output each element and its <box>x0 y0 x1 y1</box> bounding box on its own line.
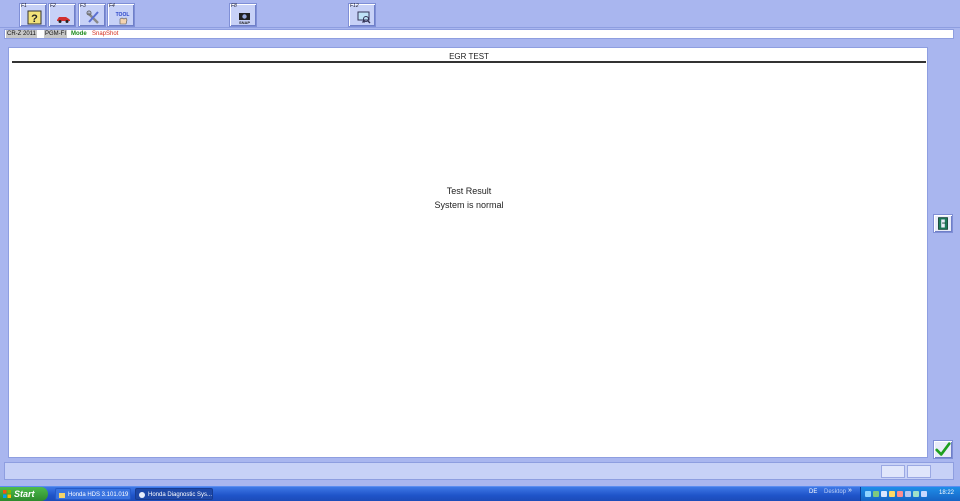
f8-key-label: F8 <box>231 3 237 9</box>
system-chip: PGM-FI <box>44 30 67 38</box>
folder-icon <box>59 493 65 498</box>
f2-key-label: F2 <box>50 3 56 9</box>
help-question-icon: ? <box>27 10 42 25</box>
f3-tools-button[interactable]: F3 <box>78 3 106 27</box>
ok-confirm-button[interactable] <box>933 440 953 459</box>
checkmark-icon <box>935 442 951 456</box>
battery-icon[interactable] <box>921 491 927 497</box>
taskbar-item-diagnostic-system[interactable]: Honda Diagnostic Sys... <box>135 488 213 500</box>
toolbar-chevron-icon[interactable]: » <box>848 487 852 494</box>
network-icon[interactable] <box>865 491 871 497</box>
clock[interactable]: 18:22 <box>939 490 954 496</box>
taskbar-item-label: Honda HDS 3.101.019 <box>68 492 129 498</box>
security-icon[interactable] <box>873 491 879 497</box>
windows-flag-icon <box>3 490 11 498</box>
snapshot-camera-icon: SNAP <box>239 13 250 25</box>
notification-icon[interactable] <box>889 491 895 497</box>
snap-icon-text: SNAP <box>239 20 250 25</box>
f8-snapshot-button[interactable]: F8 SNAP <box>229 3 257 27</box>
mode-label: Mode <box>71 31 87 37</box>
language-indicator[interactable]: DE <box>809 489 817 495</box>
taskbar-item-hds[interactable]: Honda HDS 3.101.019 <box>55 488 131 500</box>
toolbar: F1 ? F2 F3 F4 TOOL F8 SNAP F12 <box>0 0 960 28</box>
honda-app-icon <box>139 492 145 498</box>
f4-tool-button[interactable]: F4 TOOL <box>107 3 135 27</box>
test-result-title: Test Result <box>446 186 492 196</box>
report-monitor-icon <box>357 11 371 24</box>
mode-value: SnapShot <box>92 31 119 37</box>
f1-help-button[interactable]: F1 ? <box>19 3 47 27</box>
f4-key-label: F4 <box>109 3 115 9</box>
start-button[interactable]: Start <box>0 487 48 501</box>
volume-icon[interactable] <box>881 491 887 497</box>
tool-icon-text: TOOL <box>116 12 130 18</box>
bottom-status-bar <box>4 462 954 480</box>
vehicle-status-bar: CR-Z 2011 PGM-FI Mode SnapShot <box>4 29 954 39</box>
f12-key-label: F12 <box>350 3 359 9</box>
desktop-toolbar-label[interactable]: Desktop <box>824 489 846 495</box>
test-result-value: System is normal <box>434 200 504 210</box>
f2-vehicle-button[interactable]: F2 <box>48 3 76 27</box>
taskbar-item-label: Honda Diagnostic Sys... <box>148 492 213 498</box>
f1-key-label: F1 <box>21 3 27 9</box>
f3-key-label: F3 <box>80 3 86 9</box>
start-label: Start <box>14 489 35 499</box>
panel-title: EGR TEST <box>12 51 926 63</box>
test-panel: EGR TEST Test Result System is normal <box>8 47 928 458</box>
windows-taskbar: Start Honda HDS 3.101.019 Honda Diagnost… <box>0 486 960 501</box>
vehicle-car-icon <box>57 17 70 23</box>
exit-button[interactable] <box>933 214 953 233</box>
display-icon[interactable] <box>905 491 911 497</box>
status-field-2 <box>907 465 931 478</box>
device-icon[interactable] <box>913 491 919 497</box>
f12-report-button[interactable]: F12 <box>348 3 376 27</box>
status-field-1 <box>881 465 905 478</box>
update-icon[interactable] <box>897 491 903 497</box>
svg-text:?: ? <box>31 13 38 25</box>
wrench-tools-icon <box>86 10 99 24</box>
tool-hand-icon: TOOL <box>116 12 130 25</box>
system-tray: 18:22 <box>860 487 960 501</box>
exit-door-icon <box>938 217 948 230</box>
vehicle-model-chip: CR-Z 2011 <box>6 30 37 38</box>
